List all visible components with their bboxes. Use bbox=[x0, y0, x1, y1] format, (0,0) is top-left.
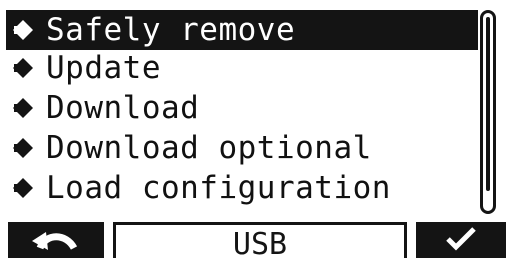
bullet-icon bbox=[10, 168, 36, 208]
menu-item-label: Load configuration bbox=[46, 170, 391, 206]
bullet-icon bbox=[10, 48, 36, 88]
menu-list: Safely remove Update Download Download o… bbox=[6, 10, 478, 215]
menu-item-label: Safely remove bbox=[46, 12, 296, 48]
menu-item-safely-remove[interactable]: Safely remove bbox=[6, 10, 478, 50]
menu-item-label: Download bbox=[46, 90, 200, 126]
bullet-icon bbox=[10, 88, 36, 128]
menu-item-download[interactable]: Download bbox=[6, 88, 478, 128]
softkey-bar: USB bbox=[0, 222, 506, 258]
checkmark-icon bbox=[444, 225, 478, 255]
menu-item-update[interactable]: Update bbox=[6, 48, 478, 88]
menu-item-load-configuration[interactable]: Load configuration bbox=[6, 168, 478, 208]
menu-item-download-optional[interactable]: Download optional bbox=[6, 128, 478, 168]
back-softkey[interactable] bbox=[8, 222, 104, 258]
ok-softkey[interactable] bbox=[416, 222, 506, 258]
scrollbar-thumb[interactable] bbox=[486, 17, 490, 191]
back-arrow-icon bbox=[28, 224, 84, 256]
usb-softkey[interactable]: USB bbox=[113, 222, 407, 258]
device-display: Safely remove Update Download Download o… bbox=[0, 0, 506, 258]
softkey-label: USB bbox=[232, 226, 288, 258]
menu-item-label: Update bbox=[46, 50, 161, 86]
menu-item-label: Download optional bbox=[46, 130, 372, 166]
bullet-icon bbox=[10, 128, 36, 168]
scrollbar[interactable] bbox=[480, 10, 496, 214]
bullet-icon bbox=[10, 10, 36, 50]
